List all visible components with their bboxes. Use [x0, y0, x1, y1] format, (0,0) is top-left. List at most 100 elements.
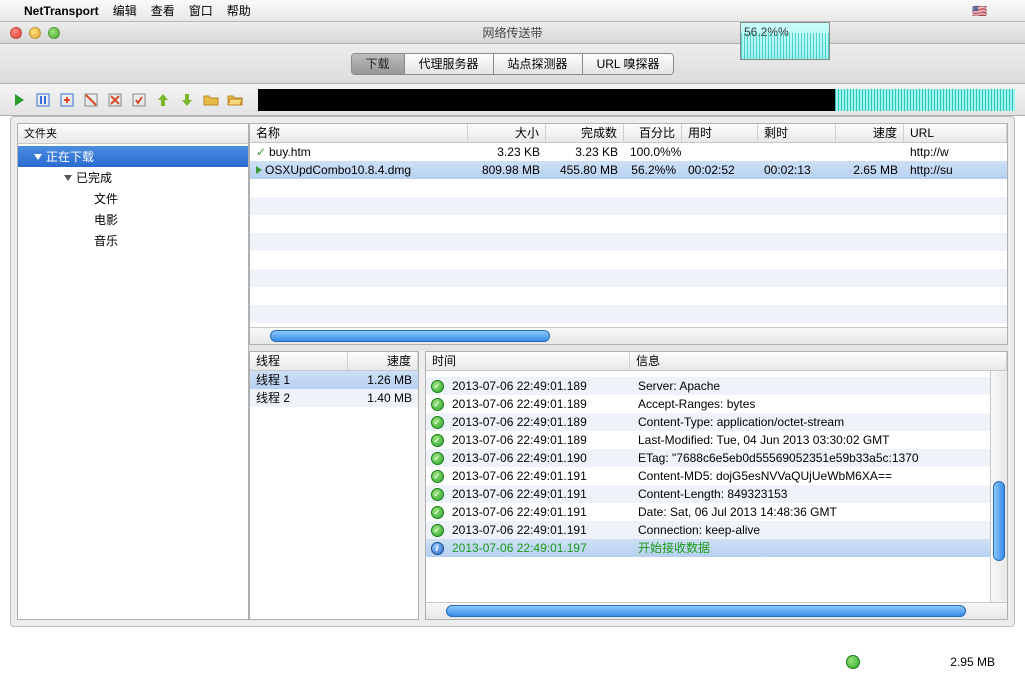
- tree-completed[interactable]: 已完成: [18, 167, 248, 188]
- segmented-control: 下载 代理服务器 站点探测器 URL 嗅探器: [351, 53, 675, 75]
- download-row-empty: [250, 287, 1007, 305]
- delete-icon[interactable]: [106, 91, 124, 109]
- col-done[interactable]: 完成数: [546, 124, 624, 142]
- log-message: Content-Type: application/octet-stream: [632, 413, 1007, 431]
- ok-icon: ✓: [428, 433, 446, 447]
- log-hscroll[interactable]: [426, 602, 1007, 619]
- openfolder-icon[interactable]: [202, 91, 220, 109]
- log-row[interactable]: ✓2013-07-06 22:49:01.189Last-Modified: T…: [426, 431, 1007, 449]
- thread-row[interactable]: 线程 21.40 MB: [250, 389, 418, 407]
- window-title: 网络传送带: [482, 24, 542, 41]
- download-hscroll[interactable]: [250, 327, 1007, 344]
- deleteall-icon[interactable]: [130, 91, 148, 109]
- download-row-empty: [250, 197, 1007, 215]
- browsefolder-icon[interactable]: [226, 91, 244, 109]
- tree-movies[interactable]: 电影: [18, 209, 248, 230]
- log-row[interactable]: ✓2013-07-06 22:49:01.189Content-Type: ap…: [426, 413, 1007, 431]
- window-titlebar: 网络传送带: [0, 22, 1025, 44]
- thread-columns: 线程 速度: [250, 352, 418, 371]
- log-vscroll[interactable]: [990, 371, 1007, 602]
- download-row[interactable]: OSXUpdCombo10.8.4.dmg 809.98 MB 455.80 M…: [250, 161, 1007, 179]
- tab-download[interactable]: 下载: [352, 54, 405, 74]
- menu-view[interactable]: 查看: [151, 2, 175, 19]
- tab-proxy[interactable]: 代理服务器: [405, 54, 494, 74]
- log-row[interactable]: i2013-07-06 22:49:01.197开始接收数据: [426, 539, 1007, 557]
- download-row-empty: [250, 215, 1007, 233]
- newtask-icon[interactable]: [58, 91, 76, 109]
- log-row[interactable]: ✓2013-07-06 22:49:01.191Content-MD5: doj…: [426, 467, 1007, 485]
- col-name[interactable]: 名称: [250, 124, 468, 142]
- log-timestamp: 2013-07-06 22:49:01.197: [446, 539, 632, 557]
- col-rem[interactable]: 剩时: [758, 124, 836, 142]
- log-message: ETag: "7688c6e5eb0d55569052351e59b33a5c:…: [632, 449, 1007, 467]
- tab-siteprobe[interactable]: 站点探测器: [494, 54, 583, 74]
- col-used[interactable]: 用时: [682, 124, 758, 142]
- log-row[interactable]: ✓2013-07-06 22:49:01.191Date: Sat, 06 Ju…: [426, 503, 1007, 521]
- col-speed[interactable]: 速度: [836, 124, 904, 142]
- scrollbar-thumb[interactable]: [993, 481, 1005, 561]
- ok-icon: ✓: [428, 487, 446, 501]
- zoom-window-button[interactable]: [48, 27, 60, 39]
- speed-graph: [258, 89, 1015, 111]
- movedown-icon[interactable]: [178, 91, 196, 109]
- toolbar-tabs: 下载 代理服务器 站点探测器 URL 嗅探器: [0, 44, 1025, 84]
- thread-row[interactable]: 线程 11.26 MB: [250, 371, 418, 389]
- status-speed: 2.95 MB: [950, 655, 995, 669]
- minimize-window-button[interactable]: [29, 27, 41, 39]
- download-row[interactable]: ✓buy.htm 3.23 KB 3.23 KB 100.0%% http://…: [250, 143, 1007, 161]
- col-thread[interactable]: 线程: [250, 352, 348, 370]
- menu-help[interactable]: 帮助: [227, 2, 251, 19]
- ok-icon: ✓: [428, 469, 446, 483]
- tree-downloading[interactable]: 正在下载: [18, 146, 248, 167]
- scrollbar-thumb[interactable]: [270, 330, 550, 342]
- tree-music[interactable]: 音乐: [18, 230, 248, 251]
- ok-icon: ✓: [428, 451, 446, 465]
- log-timestamp: 2013-07-06 22:49:01.189: [446, 377, 632, 395]
- download-row-empty: [250, 251, 1007, 269]
- col-url[interactable]: URL: [904, 124, 1007, 142]
- moveup-icon[interactable]: [154, 91, 172, 109]
- log-rows: ✓2013-07-06 22:49:01.189Server: Apache✓2…: [426, 371, 1007, 602]
- close-window-button[interactable]: [10, 27, 22, 39]
- app-name[interactable]: NetTransport: [24, 4, 99, 18]
- log-timestamp: 2013-07-06 22:49:01.189: [446, 431, 632, 449]
- log-timestamp: 2013-07-06 22:49:01.191: [446, 467, 632, 485]
- system-menubar: NetTransport 编辑 查看 窗口 帮助 🇺🇸: [0, 0, 1025, 22]
- log-row[interactable]: ✓2013-07-06 22:49:01.190ETag: "7688c6e5e…: [426, 449, 1007, 467]
- ok-icon: ✓: [428, 523, 446, 537]
- log-timestamp: 2013-07-06 22:49:01.191: [446, 503, 632, 521]
- download-columns: 名称 大小 完成数 百分比 用时 剩时 速度 URL: [250, 124, 1007, 143]
- start-icon[interactable]: [10, 91, 28, 109]
- log-columns: 时间 信息: [426, 352, 1007, 371]
- tree-files[interactable]: 文件: [18, 188, 248, 209]
- bottom-split: 线程 速度 线程 11.26 MB 线程 21.40 MB 时间 信息 ✓201…: [249, 351, 1008, 620]
- col-size[interactable]: 大小: [468, 124, 546, 142]
- log-row[interactable]: ✓2013-07-06 22:49:01.189Accept-Ranges: b…: [426, 395, 1007, 413]
- folder-tree: 正在下载 已完成 文件 电影 音乐: [18, 144, 248, 619]
- newbatch-icon[interactable]: [82, 91, 100, 109]
- menu-window[interactable]: 窗口: [189, 2, 213, 19]
- ok-icon: ✓: [428, 415, 446, 429]
- col-info[interactable]: 信息: [630, 352, 1007, 370]
- info-icon: i: [428, 541, 446, 555]
- log-message: Content-MD5: dojG5esNVVaQUjUeWbM6XA==: [632, 467, 1007, 485]
- col-pct[interactable]: 百分比: [624, 124, 682, 142]
- download-list-pane: 名称 大小 完成数 百分比 用时 剩时 速度 URL ✓buy.htm 3.23…: [249, 123, 1008, 345]
- log-row[interactable]: ✓2013-07-06 22:49:01.191Connection: keep…: [426, 521, 1007, 539]
- log-row[interactable]: ✓2013-07-06 22:49:01.191Content-Length: …: [426, 485, 1007, 503]
- col-time[interactable]: 时间: [426, 352, 630, 370]
- main-area: 文件夹 正在下载 已完成 文件 电影 音乐 名称 大小 完成数 百分比 用时 剩…: [10, 116, 1015, 627]
- log-row[interactable]: ✓2013-07-06 22:49:01.189Server: Apache: [426, 377, 1007, 395]
- flag-icon[interactable]: 🇺🇸: [972, 4, 987, 18]
- tab-urlsniffer[interactable]: URL 嗅探器: [583, 54, 674, 74]
- menu-edit[interactable]: 编辑: [113, 2, 137, 19]
- log-message: Accept-Ranges: bytes: [632, 395, 1007, 413]
- scrollbar-thumb[interactable]: [446, 605, 966, 617]
- download-row-empty: [250, 269, 1007, 287]
- play-icon: [256, 166, 262, 174]
- log-message: Date: Sat, 06 Jul 2013 14:48:36 GMT: [632, 503, 1007, 521]
- log-timestamp: 2013-07-06 22:49:01.190: [446, 449, 632, 467]
- pause-icon[interactable]: [34, 91, 52, 109]
- ok-icon: ✓: [428, 379, 446, 393]
- col-thread-speed[interactable]: 速度: [348, 352, 418, 370]
